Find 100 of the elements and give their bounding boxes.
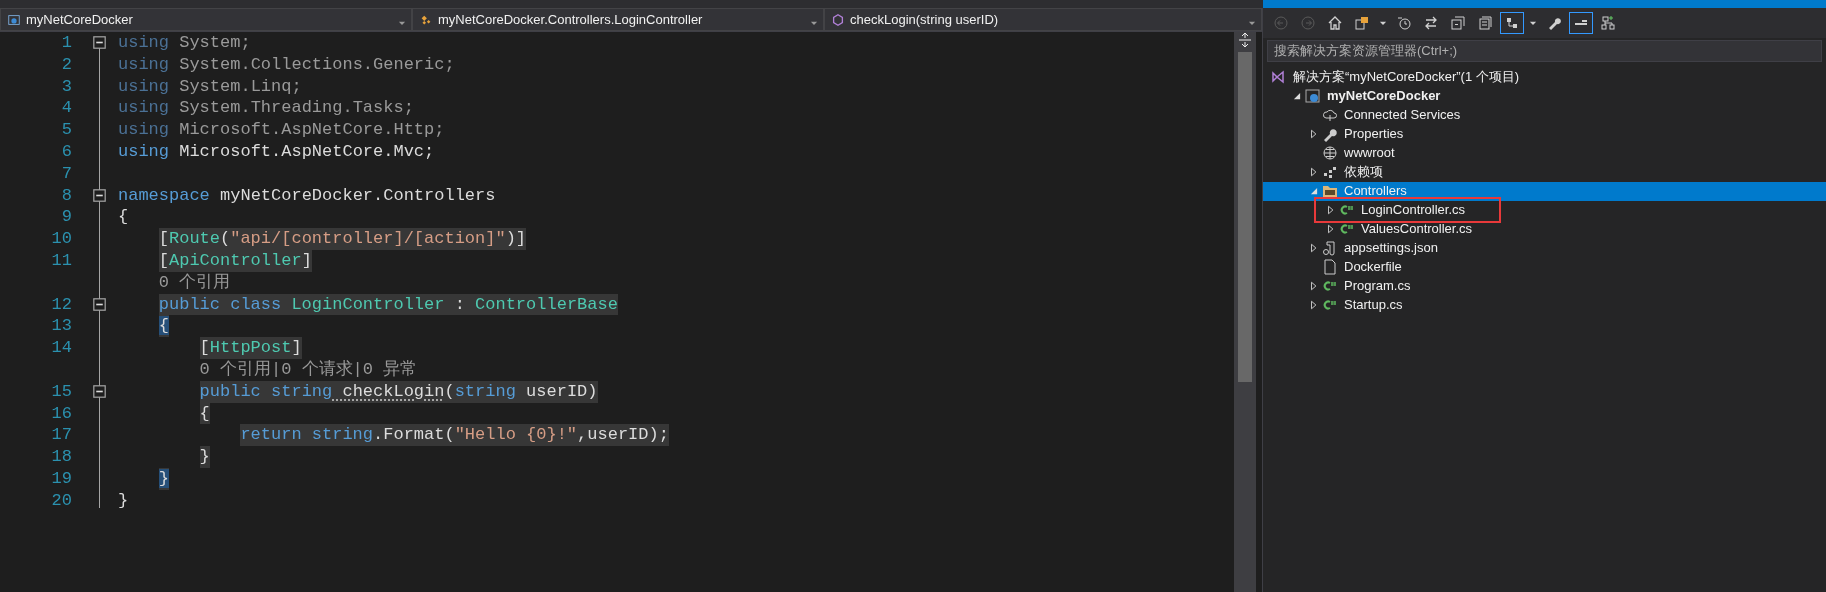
tree-label: wwwroot	[1344, 144, 1395, 163]
tree-label: Controllers	[1344, 182, 1407, 201]
collapsed-icon[interactable]	[1325, 224, 1336, 234]
tree-icon	[1504, 15, 1520, 31]
line-number: 20	[50, 489, 73, 512]
tree-item[interactable]: myNetCoreDocker	[1263, 86, 1826, 106]
collapsed-icon[interactable]	[1325, 205, 1336, 215]
line-number: 12	[50, 293, 73, 316]
tree-item[interactable]: appsettings.json	[1263, 238, 1826, 258]
file-icon	[1322, 259, 1338, 275]
code-line: using System.Collections.Generic;	[118, 53, 456, 76]
collapsed-icon[interactable]	[1308, 243, 1319, 253]
code-line: }	[118, 489, 130, 512]
collapse-icon[interactable]	[93, 297, 106, 311]
tree-item[interactable]: wwwroot	[1263, 143, 1826, 163]
tree-item[interactable]: Controllers	[1263, 181, 1826, 201]
collapsed-icon[interactable]	[1308, 167, 1319, 177]
csharp-icon	[1339, 202, 1355, 218]
line-number: 3	[60, 75, 73, 98]
home-icon	[1327, 15, 1343, 31]
line-number: 14	[50, 337, 73, 359]
dependencies-icon	[1322, 164, 1338, 180]
globe-icon	[1322, 145, 1338, 161]
line-number: 1	[60, 32, 73, 54]
tree-item[interactable]: LoginController.cs	[1263, 200, 1826, 220]
tree-item[interactable]: Properties	[1263, 124, 1826, 144]
dropdown[interactable]: myNetCoreDocker	[0, 8, 412, 31]
reference-count[interactable]: 0 个引用|0 个请求|0 异常	[118, 358, 1234, 381]
line-number: 2	[60, 53, 73, 76]
line-number: 16	[50, 402, 73, 425]
collapse-icon[interactable]	[93, 36, 106, 49]
tree-item[interactable]: Dockerfile	[1263, 257, 1826, 277]
pages-icon	[1477, 15, 1493, 31]
project-icon	[7, 12, 21, 27]
tree-label: myNetCoreDocker	[1327, 87, 1441, 106]
collapse-icon[interactable]	[93, 384, 106, 398]
collapsed-icon[interactable]	[1308, 300, 1319, 310]
cloud-icon	[1322, 107, 1338, 123]
line-number: 6	[60, 141, 73, 163]
tree-label: 解决方案“myNetCoreDocker”(1 个项目)	[1293, 68, 1520, 87]
forward-icon	[1300, 15, 1316, 31]
tree-label: Connected Services	[1344, 106, 1461, 125]
code-line: using Microsoft.AspNetCore.Mvc;	[118, 141, 436, 163]
tree-label: Dockerfile	[1344, 258, 1402, 277]
line-number: 9	[60, 206, 73, 229]
back-icon	[1273, 15, 1289, 31]
line-number: 8	[60, 184, 73, 207]
tree-item[interactable]: ValuesController.cs	[1263, 219, 1826, 239]
project-icon	[1305, 88, 1321, 104]
tree-item[interactable]: 解决方案“myNetCoreDocker”(1 个项目)	[1263, 67, 1826, 87]
csharp-icon	[1322, 278, 1338, 294]
tree-label: appsettings.json	[1344, 239, 1438, 258]
line-number: 13	[50, 315, 73, 338]
dropdown[interactable]: myNetCoreDocker.Controllers.LoginController	[412, 8, 824, 31]
folder-icon	[1322, 183, 1338, 199]
reference-count[interactable]: 0 个引用	[118, 271, 1234, 294]
code-line: using System.Threading.Tasks;	[118, 97, 415, 120]
cube-icon	[831, 12, 845, 27]
line-number: 19	[50, 467, 73, 490]
toolbar-button[interactable]	[1500, 12, 1524, 34]
tree-label: 依赖项	[1344, 163, 1383, 182]
tree-item[interactable]: 依赖项	[1263, 162, 1826, 182]
code-line: using Microsoft.AspNetCore.Http;	[118, 119, 446, 141]
tree-item[interactable]: Startup.cs	[1263, 295, 1826, 315]
collapsed-icon[interactable]	[1308, 129, 1319, 139]
solution-icon	[1271, 69, 1287, 85]
tree-label: ValuesController.cs	[1361, 220, 1473, 239]
json-icon	[1322, 240, 1338, 256]
search-field[interactable]: 搜索解决方案资源管理器(Ctrl+;)	[1267, 39, 1822, 62]
history-icon	[1396, 15, 1412, 31]
line-number: 10	[50, 228, 73, 250]
csharp-icon	[1339, 221, 1355, 237]
code-line: {	[118, 206, 130, 229]
swap-icon	[1423, 15, 1439, 31]
code-line: using System;	[118, 32, 252, 54]
tree-label: Program.cs	[1344, 277, 1411, 296]
line-number: 15	[50, 380, 73, 403]
scrollbar-thumb[interactable]	[1238, 52, 1252, 382]
dropdown[interactable]: checkLogin(string userID)	[824, 8, 1262, 31]
line-number: 7	[60, 162, 73, 185]
line-number: 18	[50, 446, 73, 468]
csharp-icon	[1322, 297, 1338, 313]
sync-icon	[1354, 15, 1370, 31]
line-number: 17	[50, 424, 73, 447]
code-line: }	[157, 467, 170, 490]
tree-item[interactable]: Program.cs	[1263, 276, 1826, 296]
scrollbar[interactable]	[1234, 32, 1256, 592]
code-line: using System.Linq;	[118, 75, 303, 98]
tree-item[interactable]: Connected Services	[1263, 105, 1826, 125]
collapse-icon[interactable]	[93, 188, 106, 202]
tree-label: Startup.cs	[1344, 296, 1403, 315]
line-number: 5	[60, 119, 73, 141]
collapsed-icon[interactable]	[1308, 281, 1319, 291]
line-number: 11	[50, 249, 73, 272]
toolbar-button[interactable]	[1569, 12, 1593, 34]
tree-label: Properties	[1344, 125, 1404, 144]
split-icon[interactable]	[1238, 32, 1252, 48]
code-line: namespace myNetCoreDocker.Controllers	[118, 184, 497, 207]
tree-label: LoginController.cs	[1361, 201, 1466, 220]
line-number: 4	[60, 97, 73, 120]
